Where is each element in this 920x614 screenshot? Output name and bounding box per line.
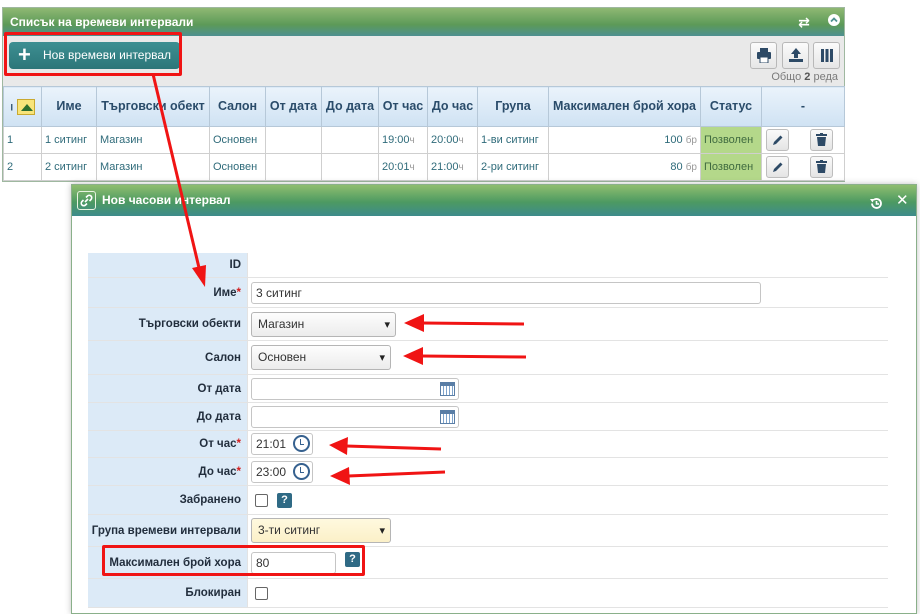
annotation-arrow-salon <box>420 354 527 359</box>
annotation-arrow-name <box>151 73 202 273</box>
annotation-arrow-shop <box>421 321 525 326</box>
annotation-arrow-head <box>403 347 423 365</box>
annotation-arrow-from-hour <box>345 444 442 451</box>
annotation-arrow-head <box>404 314 424 332</box>
annotation-arrows <box>151 73 527 485</box>
annotation-arrow-to-hour <box>347 470 446 478</box>
annotation-arrow-head <box>329 437 348 455</box>
annotation-arrow-head <box>192 265 206 287</box>
annotation-arrow-head <box>330 467 350 485</box>
